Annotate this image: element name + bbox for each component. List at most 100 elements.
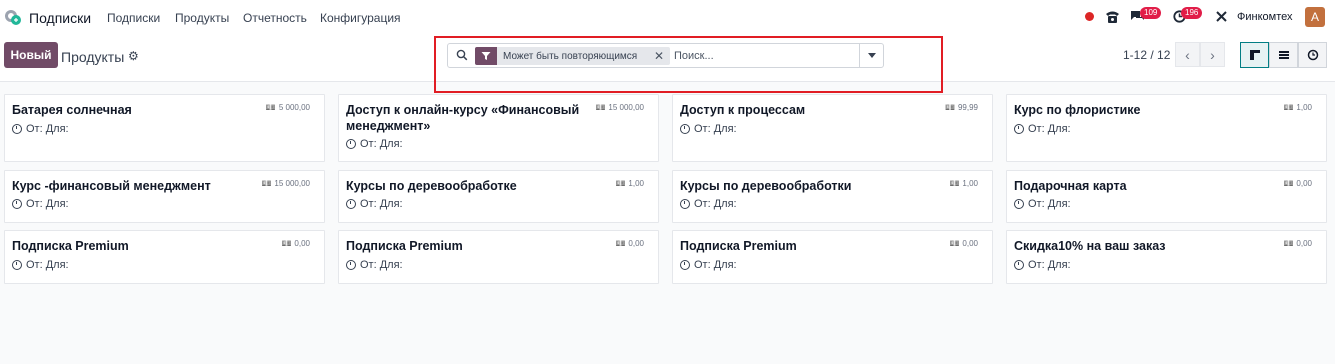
product-price: 💵 1,00: [1283, 103, 1312, 112]
product-price: 💵 0,00: [1283, 179, 1312, 188]
user-avatar[interactable]: A: [1305, 7, 1325, 27]
gear-icon[interactable]: ⚙: [128, 49, 139, 63]
money-icon: 💵: [615, 239, 626, 248]
product-name: Курс -финансовый менеджмент: [12, 179, 211, 193]
product-card[interactable]: Подписка Premium 💵 0,00 От: Для:: [338, 230, 659, 284]
phone-icon[interactable]: [1105, 10, 1120, 24]
product-card[interactable]: Курсы по деревообработке 💵 1,00 От: Для:: [338, 170, 659, 223]
product-price: 💵 0,00: [1283, 239, 1312, 248]
product-name: Подарочная карта: [1014, 179, 1127, 193]
activity-view-button[interactable]: [1298, 42, 1327, 68]
activities-badge: 196: [1181, 7, 1203, 19]
messages-badge: 109: [1140, 7, 1162, 19]
money-icon: 💵: [1283, 179, 1294, 188]
product-meta: От: Для:: [680, 259, 737, 271]
menu-subscriptions[interactable]: Подписки: [107, 11, 160, 25]
money-icon: 💵: [949, 239, 960, 248]
product-price: 💵 5 000,00: [265, 103, 310, 112]
product-name: Курсы по деревообработки: [680, 179, 852, 193]
search-facet[interactable]: Может быть повторяющимся ✕: [475, 47, 670, 65]
product-card[interactable]: Курс -финансовый менеджмент 💵 15 000,00 О…: [4, 170, 325, 223]
search-options-toggle[interactable]: [859, 44, 883, 67]
product-card[interactable]: Доступ к онлайн-курсу «Финансовый менедж…: [338, 94, 659, 162]
list-view-button[interactable]: [1269, 42, 1298, 68]
product-card[interactable]: Батарея солнечная 💵 5 000,00 От: Для:: [4, 94, 325, 162]
product-name: Курс по флористике: [1014, 103, 1141, 117]
product-price: 💵 15 000,00: [261, 179, 310, 188]
app-name[interactable]: Подписки: [29, 10, 91, 26]
clock-icon: [12, 260, 22, 270]
tools-icon[interactable]: [1215, 10, 1228, 23]
menu-configuration[interactable]: Конфигурация: [320, 11, 401, 25]
product-name: Скидка10% на ваш заказ: [1014, 239, 1166, 253]
search-icon[interactable]: [456, 49, 468, 61]
filter-icon: [475, 47, 497, 65]
product-meta: От: Для:: [680, 198, 737, 210]
product-meta: От: Для:: [346, 198, 403, 210]
product-card[interactable]: Доступ к процессам 💵 99,99 От: Для:: [672, 94, 993, 162]
money-icon: 💵: [265, 103, 276, 112]
search-input[interactable]: [674, 48, 854, 64]
kanban-view-button[interactable]: [1240, 42, 1269, 68]
product-meta: От: Для:: [346, 138, 403, 150]
product-price: 💵 99,99: [945, 103, 978, 112]
chevron-left-icon: ‹: [1185, 46, 1190, 63]
product-price: 💵 0,00: [949, 239, 978, 248]
pager-next-button[interactable]: ›: [1200, 42, 1225, 67]
pager-previous-button[interactable]: ‹: [1175, 42, 1200, 67]
product-name: Курсы по деревообработке: [346, 179, 517, 193]
menu-reporting[interactable]: Отчетность: [243, 11, 307, 25]
product-card[interactable]: Курс по флористике 💵 1,00 От: Для:: [1006, 94, 1327, 162]
clock-icon: [346, 199, 356, 209]
product-card[interactable]: Подписка Premium 💵 0,00 От: Для:: [4, 230, 325, 284]
kanban-icon: [1249, 50, 1260, 60]
product-price: 💵 1,00: [615, 179, 644, 188]
product-meta: От: Для:: [12, 198, 69, 210]
activity-clock-icon: [1307, 49, 1318, 61]
product-name: Доступ к процессам: [680, 103, 806, 117]
product-meta: От: Для:: [1014, 123, 1071, 135]
company-switcher[interactable]: Финкомтех: [1237, 11, 1293, 23]
product-card[interactable]: Курсы по деревообработки 💵 1,00 От: Для:: [672, 170, 993, 223]
product-name: Батарея солнечная: [12, 103, 132, 117]
product-card[interactable]: Подписка Premium 💵 0,00 От: Для:: [672, 230, 993, 284]
search-bar: Может быть повторяющимся ✕: [447, 43, 884, 68]
clock-icon: [1014, 199, 1024, 209]
product-name: Подписка Premium: [12, 239, 129, 253]
clock-icon: [346, 139, 356, 149]
close-icon[interactable]: ✕: [654, 49, 664, 63]
list-icon: [1278, 51, 1289, 59]
money-icon: 💵: [281, 239, 292, 248]
pager-value[interactable]: 1-12 / 12: [1123, 48, 1170, 62]
product-meta: От: Для:: [12, 123, 69, 135]
product-name: Подписка Premium: [346, 239, 463, 253]
caret-down-icon: [867, 53, 876, 58]
product-card[interactable]: Скидка10% на ваш заказ 💵 0,00 От: Для:: [1006, 230, 1327, 284]
clock-icon: [346, 260, 356, 270]
subscriptions-app-icon[interactable]: [4, 8, 22, 26]
money-icon: 💵: [261, 179, 272, 188]
money-icon: 💵: [1283, 103, 1294, 112]
product-card[interactable]: Подарочная карта 💵 0,00 От: Для:: [1006, 170, 1327, 223]
product-meta: От: Для:: [1014, 259, 1071, 271]
money-icon: 💵: [1283, 239, 1294, 248]
product-name: Подписка Premium: [680, 239, 797, 253]
new-button[interactable]: Новый: [4, 42, 58, 68]
clock-icon: [12, 124, 22, 134]
money-icon: 💵: [615, 179, 626, 188]
top-navbar: Подписки Подписки Продукты Отчетность Ко…: [0, 0, 1335, 34]
product-price: 💵 15 000,00: [595, 103, 644, 112]
product-price: 💵 0,00: [281, 239, 310, 248]
clock-icon: [12, 199, 22, 209]
menu-products[interactable]: Продукты: [175, 11, 229, 25]
clock-icon: [680, 199, 690, 209]
facet-label: Может быть повторяющимся: [503, 50, 638, 62]
status-dot-icon[interactable]: [1085, 12, 1094, 21]
product-price: 💵 0,00: [615, 239, 644, 248]
money-icon: 💵: [949, 179, 960, 188]
money-icon: 💵: [945, 103, 955, 112]
chevron-right-icon: ›: [1210, 46, 1215, 63]
product-meta: От: Для:: [1014, 198, 1071, 210]
money-icon: 💵: [595, 103, 606, 112]
clock-icon: [1014, 260, 1024, 270]
